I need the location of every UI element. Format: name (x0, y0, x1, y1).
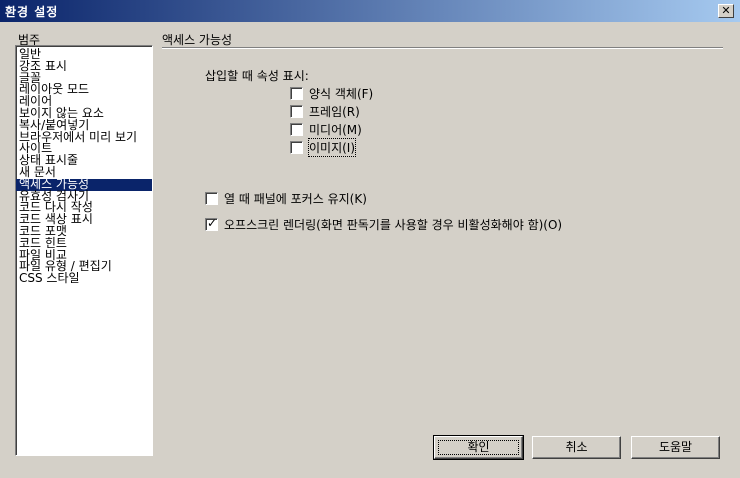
ok-button[interactable]: 확인 (433, 435, 524, 460)
media-label: 미디어(M) (309, 122, 362, 137)
category-item[interactable]: CSS 스타일 (16, 272, 152, 285)
media-checkbox[interactable] (290, 122, 303, 136)
help-button-label: 도움말 (658, 440, 693, 454)
offscreen-rendering-label: 오프스크린 렌더링(화면 판독기를 사용할 경우 비활성화해야 함)(O) (224, 217, 563, 232)
category-list[interactable]: 일반 강조 표시 글꼴 레이아웃 모드 레이어 보이지 않는 요소 복사/붙여넣… (15, 45, 153, 456)
cancel-button-label: 취소 (565, 440, 588, 454)
form-objects-label: 양식 객체(F) (309, 86, 374, 101)
help-button[interactable]: 도움말 (631, 436, 720, 459)
media-option[interactable]: 미디어(M) (290, 121, 362, 137)
insert-attributes-heading: 삽입할 때 속성 표시: (205, 69, 309, 83)
panel-title: 액세스 가능성 (162, 33, 233, 47)
cancel-button[interactable]: 취소 (532, 436, 621, 459)
offscreen-rendering-option[interactable]: 오프스크린 렌더링(화면 판독기를 사용할 경우 비활성화해야 함)(O) (205, 216, 562, 232)
focus-rect (438, 440, 519, 455)
focus-panel-label: 열 때 패널에 포커스 유지(K) (224, 191, 367, 206)
close-icon: ✕ (721, 4, 731, 17)
images-checkbox[interactable] (290, 140, 303, 154)
form-objects-checkbox[interactable] (290, 86, 303, 100)
close-button[interactable]: ✕ (718, 4, 734, 18)
title-bar: 환경 설정 ✕ (0, 0, 740, 22)
images-label: 이미지(I) (307, 137, 357, 157)
focus-panel-checkbox[interactable] (205, 191, 218, 205)
frames-label: 프레임(R) (309, 104, 360, 119)
frames-checkbox[interactable] (290, 104, 303, 118)
offscreen-rendering-checkbox[interactable] (205, 216, 218, 231)
divider (162, 47, 723, 49)
window-title: 환경 설정 (5, 5, 59, 19)
frames-option[interactable]: 프레임(R) (290, 103, 360, 119)
form-objects-option[interactable]: 양식 객체(F) (290, 85, 373, 101)
images-option[interactable]: 이미지(I) (290, 137, 357, 157)
focus-panel-option[interactable]: 열 때 패널에 포커스 유지(K) (205, 190, 367, 206)
